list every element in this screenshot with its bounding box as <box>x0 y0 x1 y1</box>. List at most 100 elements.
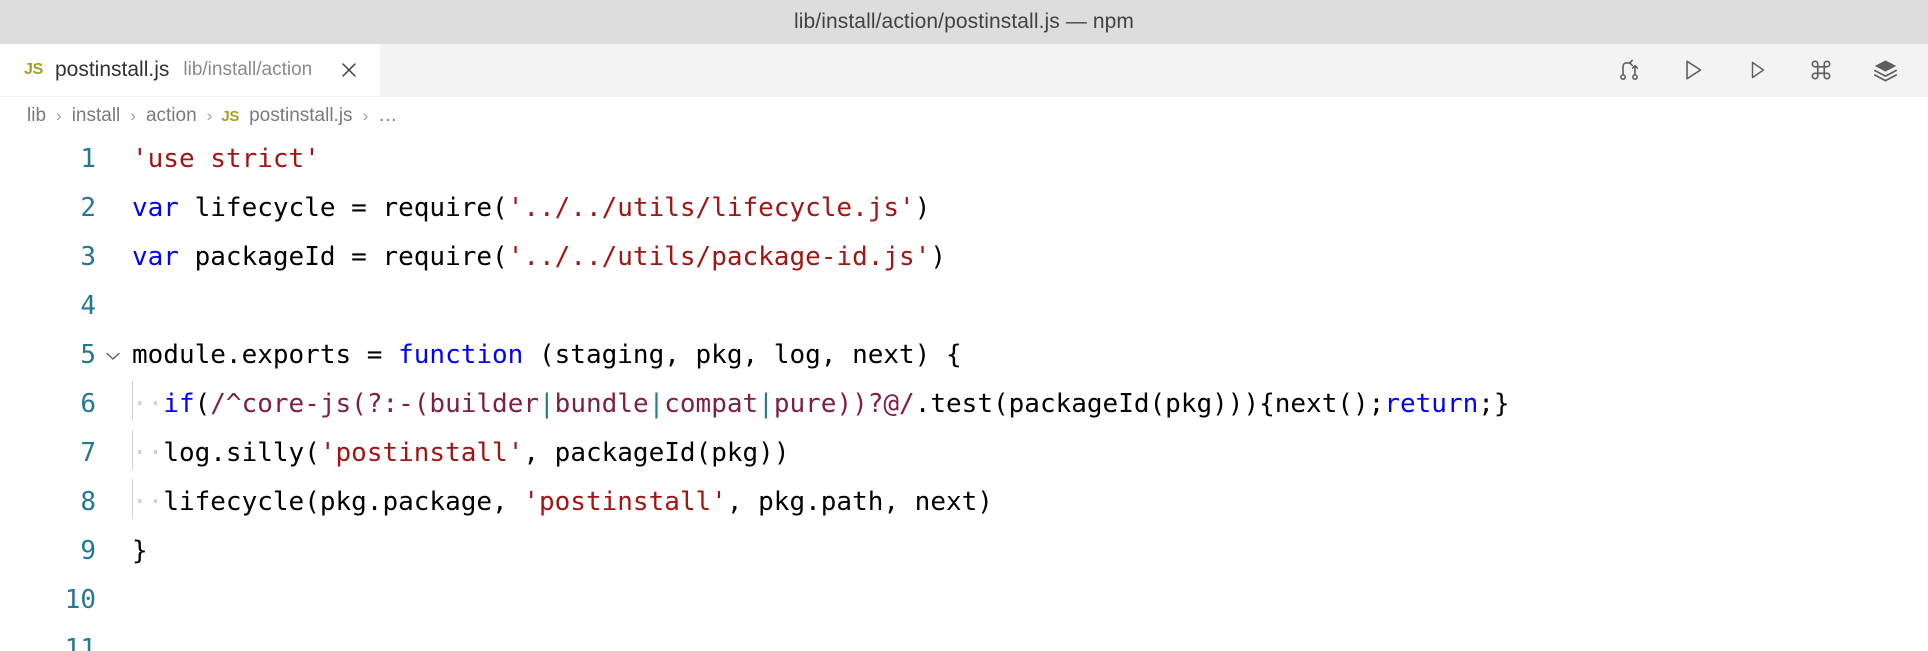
code-token: log.silly( <box>163 438 320 468</box>
code-line-content: } <box>130 527 148 576</box>
line-number: 11 <box>64 634 96 651</box>
breadcrumb-separator: › <box>206 106 213 125</box>
code-line[interactable]: 4 <box>0 282 1928 331</box>
fold-gutter-spacer <box>96 233 130 282</box>
code-token: , pkg.path, next) <box>726 487 993 517</box>
breadcrumb-item-postinstall-js[interactable]: postinstall.js <box>248 105 354 127</box>
code-token: lifecycle(pkg.package, <box>163 487 524 517</box>
code-token: function <box>398 340 524 370</box>
code-token: if <box>163 389 195 419</box>
code-token: ) <box>914 193 931 223</box>
code-line[interactable]: 11 <box>0 625 1928 651</box>
code-token: (staging, pkg, log, next) { <box>523 340 962 370</box>
javascript-file-icon: JS <box>221 107 240 125</box>
fold-gutter-spacer <box>96 576 130 625</box>
fold-gutter-spacer <box>96 625 130 651</box>
editor-actions-toolbar <box>1612 44 1928 96</box>
code-line[interactable]: 6 ··if(/^core-js(?:-(builder|bundle|compa… <box>0 380 1928 429</box>
line-number: 9 <box>80 536 96 566</box>
code-line-content: ··lifecycle(pkg.package, 'postinstall', … <box>130 478 993 527</box>
code-line-content: 'use strict' <box>130 135 320 184</box>
chevron-down-icon[interactable] <box>96 331 130 380</box>
code-token: 'postinstall' <box>319 438 524 468</box>
breadcrumb-item-action[interactable]: action <box>145 105 198 127</box>
code-line-content: var packageId = require('../../utils/pac… <box>130 233 946 282</box>
breadcrumb-separator: › <box>56 106 62 125</box>
code-line[interactable]: 5 module.exports = function (staging, pkg… <box>0 331 1928 380</box>
code-token: compat <box>664 389 759 419</box>
breadcrumb-separator: › <box>362 106 369 125</box>
code-token: module.exports = <box>132 340 399 370</box>
code-token: var <box>132 193 179 223</box>
code-token: } <box>132 536 148 566</box>
code-line-content: ··if(/^core-js(?:-(builder|bundle|compat… <box>130 380 1510 429</box>
command-icon[interactable] <box>1804 53 1838 87</box>
fold-gutter-spacer <box>96 135 130 184</box>
fold-gutter-spacer <box>96 184 130 233</box>
code-token: bundle <box>554 389 649 419</box>
code-token: '../../utils/lifecycle.js' <box>507 193 915 223</box>
code-token: lifecycle = require( <box>178 193 508 223</box>
code-line[interactable]: 3 var packageId = require('../../utils/pa… <box>0 233 1928 282</box>
code-line[interactable]: 2 var lifecycle = require('../../utils/li… <box>0 184 1928 233</box>
line-number: 4 <box>80 291 96 321</box>
code-token: 'use strict' <box>132 144 320 174</box>
line-number: 2 <box>80 193 96 223</box>
code-token: .test(packageId(pkg))){next(); <box>914 389 1385 419</box>
code-line[interactable]: 10 <box>0 576 1928 625</box>
javascript-file-icon: JS <box>24 61 43 78</box>
code-token: | <box>758 389 774 419</box>
line-number: 8 <box>80 487 96 517</box>
tab-postinstall-js[interactable]: JS postinstall.js lib/install/action <box>0 44 382 96</box>
fold-gutter-spacer <box>96 527 130 576</box>
code-line[interactable]: 1 'use strict' <box>0 135 1928 184</box>
line-number: 5 <box>80 340 96 370</box>
code-token: 'postinstall' <box>523 487 727 517</box>
run-icon[interactable] <box>1676 53 1710 87</box>
tab-description: lib/install/action <box>183 59 313 80</box>
code-token: | <box>648 389 665 419</box>
breadcrumb-item-install[interactable]: install <box>71 105 122 127</box>
window-title: lib/install/action/postinstall.js — npm <box>793 10 1135 33</box>
code-token: ) <box>930 242 946 272</box>
whitespace-dots: ·· <box>132 438 164 468</box>
split-editor-icon[interactable] <box>1868 53 1902 87</box>
code-token: '../../utils/package-id.js' <box>507 242 931 272</box>
line-number: 1 <box>80 144 96 174</box>
code-line-content: ··log.silly('postinstall', packageId(pkg… <box>130 429 789 478</box>
fold-gutter-spacer <box>96 380 130 429</box>
tab-list: JS postinstall.js lib/install/action <box>0 44 382 96</box>
fold-gutter-spacer <box>96 282 130 331</box>
line-number: 6 <box>80 389 96 419</box>
breadcrumb-separator: › <box>130 106 136 125</box>
breadcrumb: lib › install › action › JS postinstall.… <box>0 97 1928 135</box>
close-icon[interactable] <box>336 57 362 83</box>
window-titlebar: lib/install/action/postinstall.js — npm <box>0 0 1928 44</box>
breadcrumb-item-lib[interactable]: lib <box>26 105 47 127</box>
code-token: , packageId(pkg)) <box>523 438 790 468</box>
code-token: pure))?@/ <box>773 389 915 419</box>
code-token: ;} <box>1478 389 1510 419</box>
code-token: /^core-js(?:-(builder <box>210 389 540 419</box>
code-line-content: var lifecycle = require('../../utils/lif… <box>130 184 930 233</box>
breadcrumb-item-overflow[interactable]: … <box>377 105 398 127</box>
code-editor[interactable]: 1'use strict' 2 var lifecycle = require('.… <box>0 135 1928 651</box>
whitespace-dots: ·· <box>132 389 164 419</box>
code-token: ( <box>194 389 211 419</box>
code-line[interactable]: 8 ··lifecycle(pkg.package, 'postinstall',… <box>0 478 1928 527</box>
run-alt-icon[interactable] <box>1740 53 1774 87</box>
code-token: var <box>132 242 179 272</box>
code-token: | <box>539 389 555 419</box>
whitespace-dots: ·· <box>132 487 164 517</box>
tab-label: postinstall.js <box>54 58 170 81</box>
code-line[interactable]: 9} <box>0 527 1928 576</box>
code-line-content: module.exports = function (staging, pkg,… <box>130 331 962 380</box>
code-line[interactable]: 7 ··log.silly('postinstall', packageId(pk… <box>0 429 1928 478</box>
fold-gutter-spacer <box>96 429 130 478</box>
compare-changes-icon[interactable] <box>1612 53 1646 87</box>
fold-gutter-spacer <box>96 478 130 527</box>
line-number: 10 <box>64 585 96 615</box>
line-number: 3 <box>80 242 96 272</box>
code-token: packageId = require( <box>178 242 508 272</box>
editor-tabbar: JS postinstall.js lib/install/action <box>0 44 1928 97</box>
